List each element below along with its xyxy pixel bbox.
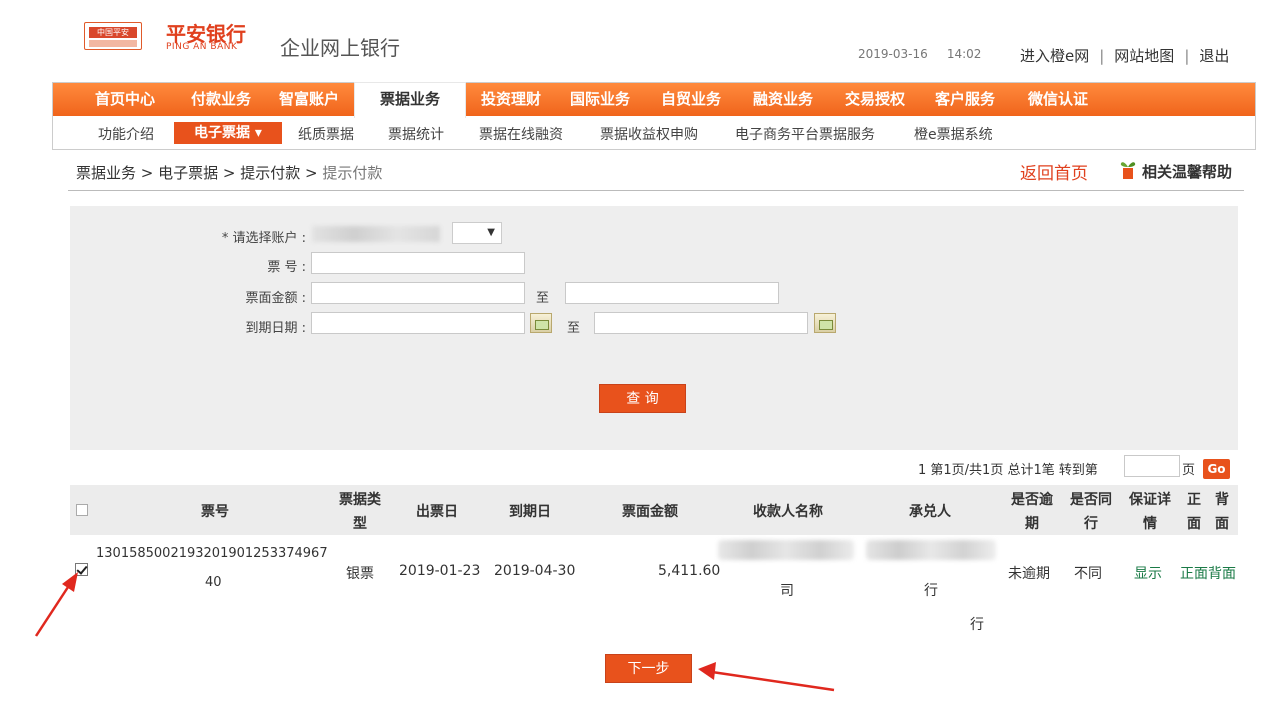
annotation-arrows xyxy=(34,572,835,692)
arrow-icon xyxy=(698,662,835,692)
arrow-icon xyxy=(34,572,78,637)
